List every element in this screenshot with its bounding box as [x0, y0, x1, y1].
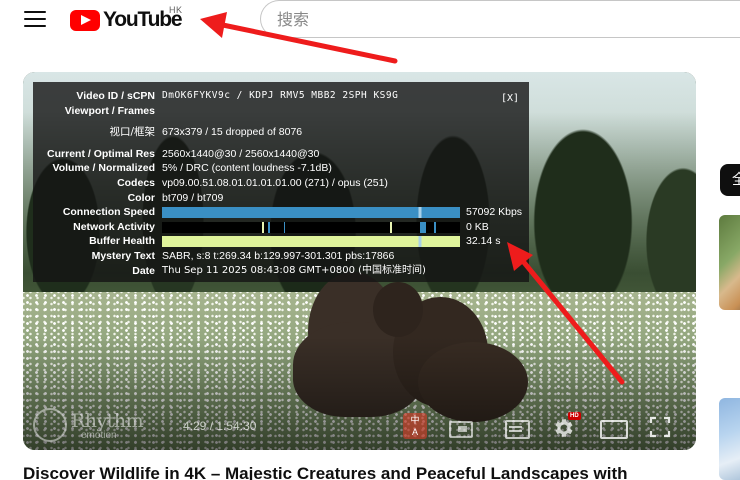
related-video-thumbnail[interactable] — [719, 215, 740, 310]
hamburger-menu-icon[interactable] — [24, 11, 46, 29]
stats-value: 2560x1440@30 / 2560x1440@30 — [162, 147, 320, 160]
stats-row-buffer-health: Buffer Health 32.14 s — [33, 234, 529, 249]
stats-value: DmOK6FYKV9c / KDPJ RMV5 MBB2 2SPH KS9G — [162, 90, 399, 101]
stats-label: Buffer Health — [89, 235, 155, 248]
stats-row-connection-speed: Connection Speed 57092 Kbps — [33, 205, 529, 220]
cc-label: 中 A — [410, 415, 420, 437]
stats-label: Color — [127, 191, 155, 204]
subtitles-icon[interactable] — [503, 416, 530, 439]
stats-value: 32.14 s — [466, 235, 501, 248]
stats-label: Viewport / Frames — [64, 104, 155, 117]
stats-row-network-activity: Network Activity 0 KB — [33, 220, 529, 235]
youtube-logo[interactable]: YouTube HK — [70, 5, 183, 32]
masthead: YouTube HK — [0, 0, 740, 40]
total-time: 1:54:30 — [216, 419, 257, 433]
stats-row-video-id: Video ID / sCPN DmOK6FYKV9c / KDPJ RMV5 … — [33, 89, 529, 104]
subtitle-language-icon[interactable]: 中 A — [403, 413, 427, 439]
related-video-thumbnail[interactable] — [719, 398, 740, 480]
stats-row-resolution: Current / Optimal Res 2560x1440@30 / 256… — [33, 147, 529, 162]
stats-value: Thu Sep 11 2025 08:43:08 GMT+0800 (中国标准时… — [162, 264, 426, 276]
stats-label: Current / Optimal Res — [47, 147, 155, 160]
stats-value: 673x379 / 15 dropped of 8076 — [162, 126, 303, 139]
stats-row-viewport-cn: 视口/框架 673x379 / 15 dropped of 8076 — [33, 125, 529, 140]
video-player[interactable]: [X] Video ID / sCPN DmOK6FYKV9c / KDPJ R… — [23, 72, 696, 450]
video-title[interactable]: Discover Wildlife in 4K – Majestic Creat… — [23, 464, 713, 480]
search-box — [260, 0, 740, 38]
stats-label: Connection Speed — [62, 206, 155, 219]
stats-label: 视口/框架 — [109, 126, 155, 139]
youtube-play-icon — [70, 9, 100, 31]
fullscreen-corners-icon — [649, 416, 671, 438]
hd-badge: HD — [568, 412, 581, 420]
watermark-subtext: emotion — [81, 430, 117, 441]
stats-row-color: Color bt709 / bt709 — [33, 191, 529, 206]
stats-label: Codecs — [117, 176, 155, 189]
stats-value: 5% / DRC (content loudness -7.1dB) — [162, 162, 332, 175]
network-activity-graph — [162, 221, 460, 233]
player-controls: Rhythm emotion 4:29 / 1:54:30 中 A HD — [23, 400, 696, 450]
filter-chip-all[interactable]: 全 — [720, 164, 740, 196]
channel-watermark[interactable]: Rhythm emotion — [33, 408, 173, 444]
stats-row-mystery-text: Mystery Text SABR, s:8 t:269.34 b:129.99… — [33, 249, 529, 264]
stats-label: Mystery Text — [91, 249, 155, 262]
miniplayer-icon[interactable] — [446, 416, 473, 438]
stats-label: Video ID / sCPN — [76, 90, 155, 102]
current-time: 4:29 — [183, 419, 207, 433]
stats-label: Network Activity — [73, 220, 155, 233]
stats-row-date: Date Thu Sep 11 2025 08:43:08 GMT+0800 (… — [33, 264, 529, 279]
stats-value: 0 KB — [466, 220, 489, 233]
stats-label: Volume / Normalized — [52, 162, 156, 175]
connection-speed-graph — [162, 207, 460, 219]
search-input[interactable] — [261, 1, 740, 37]
theater-mode-icon[interactable] — [599, 416, 628, 439]
stats-value: bt709 / bt709 — [162, 191, 224, 204]
stats-value: 57092 Kbps — [466, 206, 523, 219]
watermark-text: Rhythm — [71, 410, 144, 432]
stats-value: vp09.00.51.08.01.01.01.01.00 (271) / opu… — [162, 176, 388, 189]
stats-for-nerds-panel: [X] Video ID / sCPN DmOK6FYKV9c / KDPJ R… — [33, 82, 529, 282]
stats-label: Date — [132, 264, 155, 277]
stats-value: SABR, s:8 t:269.34 b:129.997-301.301 pbs… — [162, 249, 395, 262]
stats-row-codecs: Codecs vp09.00.51.08.01.01.01.01.00 (271… — [33, 176, 529, 191]
stats-row-viewport: Viewport / Frames — [33, 104, 529, 119]
time-display: 4:29 / 1:54:30 — [183, 419, 256, 433]
buffer-health-graph — [162, 236, 460, 248]
fullscreen-icon[interactable] — [649, 416, 675, 438]
watermark-emblem-icon — [33, 408, 67, 442]
region-code: HK — [169, 5, 183, 15]
stats-row-volume: Volume / Normalized 5% / DRC (content lo… — [33, 161, 529, 176]
